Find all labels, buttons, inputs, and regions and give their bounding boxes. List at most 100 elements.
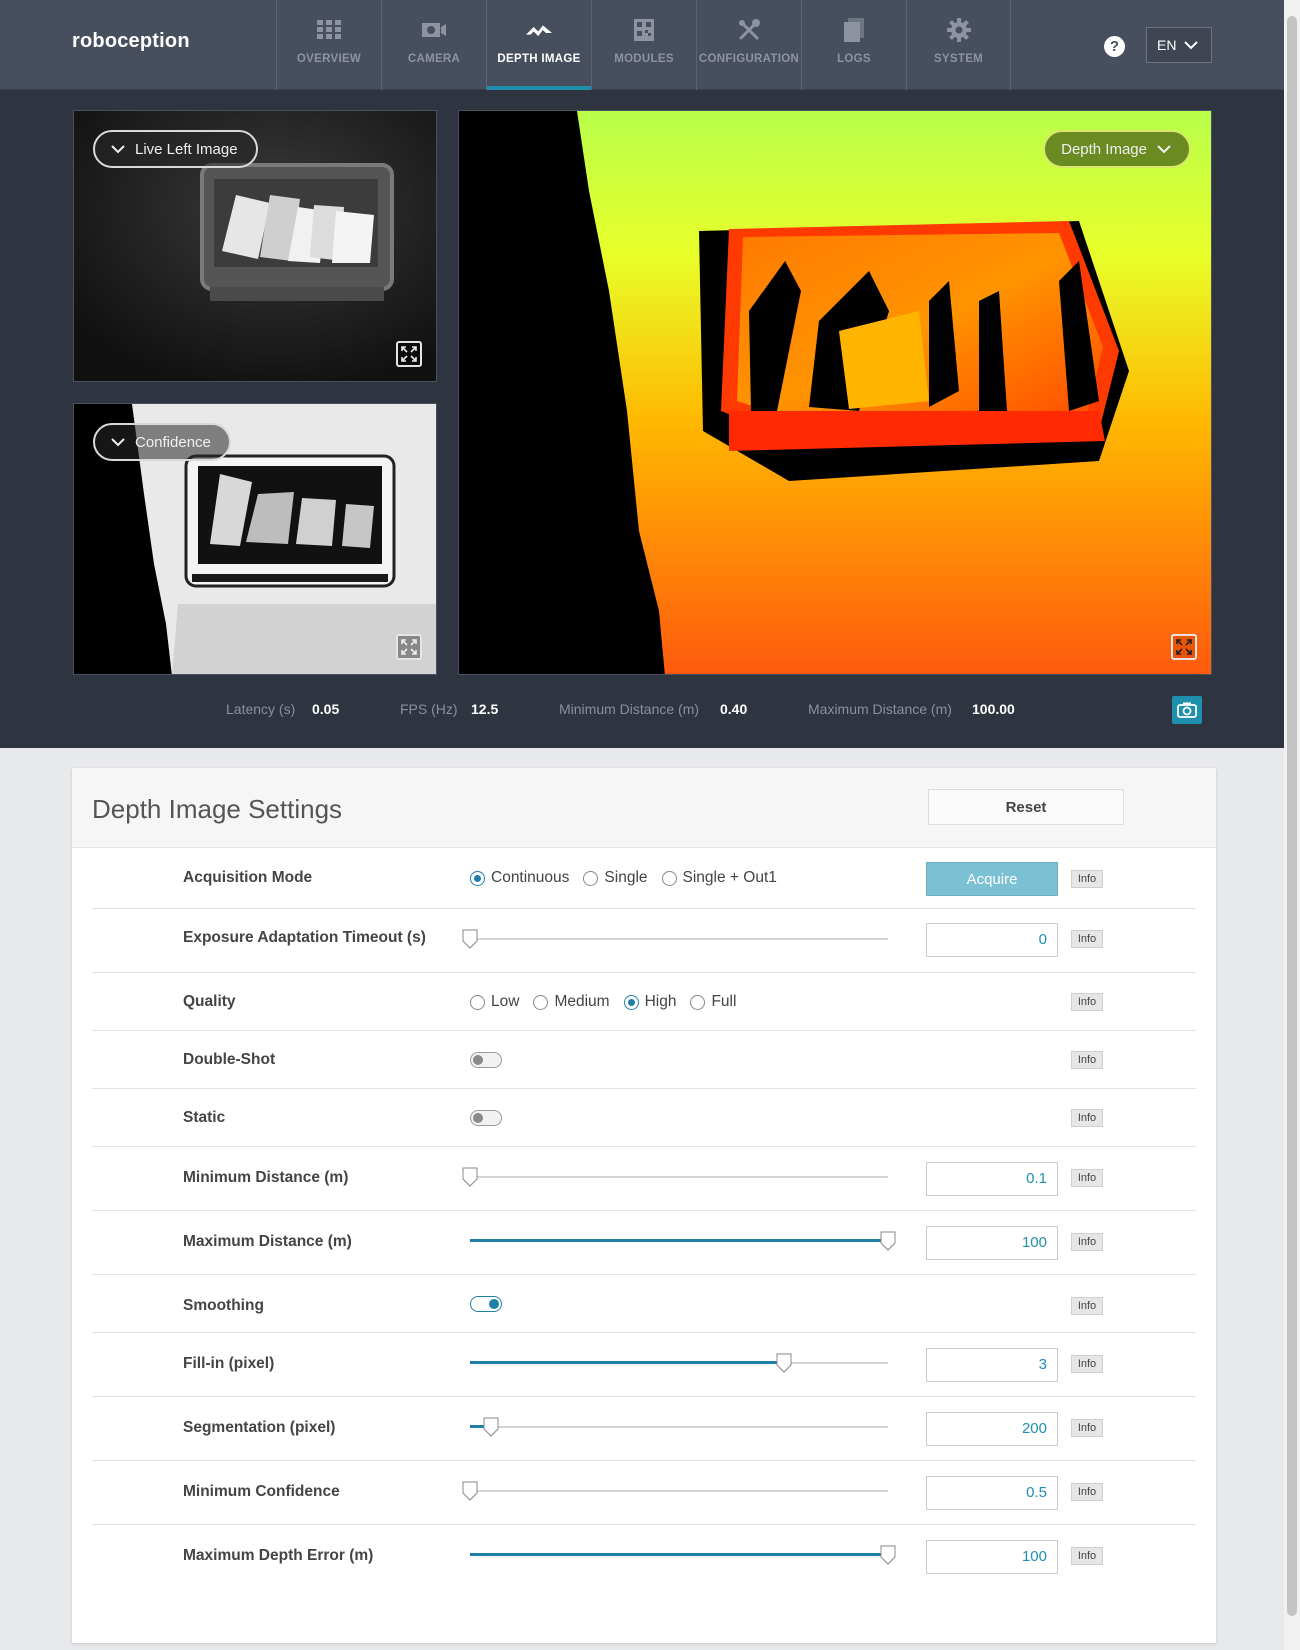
- radio-button[interactable]: [583, 870, 599, 886]
- expand-button[interactable]: [1171, 634, 1197, 660]
- radio-button[interactable]: [690, 994, 706, 1010]
- quality-radios: Low Medium High Full: [470, 993, 736, 1011]
- language-selector[interactable]: EN: [1146, 27, 1212, 63]
- depth-image-icon: [526, 18, 552, 42]
- smoothing-label: Smoothing: [183, 1297, 264, 1314]
- radio-label: Medium: [554, 993, 610, 1010]
- radio-button[interactable]: [470, 870, 485, 886]
- tab-overview[interactable]: OVERVIEW: [276, 0, 381, 90]
- image-viewer: Live Left Image Confidence Depth Image L…: [0, 90, 1284, 748]
- min-confidence-row: Minimum Confidence 0.5 Info: [92, 1461, 1196, 1525]
- help-button[interactable]: ?: [1104, 36, 1125, 57]
- min-distance-input[interactable]: 0.1: [926, 1162, 1058, 1196]
- slider-fill: [470, 1553, 888, 1556]
- fill-in-input[interactable]: 3: [926, 1348, 1058, 1382]
- segmentation-input[interactable]: 200: [926, 1412, 1058, 1446]
- radio-button[interactable]: [533, 994, 549, 1010]
- expand-button[interactable]: [396, 341, 422, 367]
- radio-high[interactable]: High: [623, 993, 676, 1011]
- reset-button[interactable]: Reset: [928, 789, 1124, 825]
- max-distance-value: 100.00: [972, 701, 1015, 717]
- static-toggle[interactable]: [470, 1110, 502, 1126]
- min-confidence-input[interactable]: 0.5: [926, 1476, 1058, 1510]
- radio-button[interactable]: [661, 870, 677, 886]
- confidence-dropdown[interactable]: Confidence: [93, 423, 231, 461]
- info-button[interactable]: Info: [1071, 1051, 1103, 1069]
- fill-in-slider[interactable]: [470, 1353, 888, 1373]
- exposure-timeout-label: Exposure Adaptation Timeout (s): [183, 929, 426, 946]
- radio-low[interactable]: Low: [470, 993, 519, 1011]
- camera-icon: [421, 18, 447, 42]
- info-button[interactable]: Info: [1071, 930, 1103, 948]
- live-left-image-panel: Live Left Image: [73, 110, 437, 382]
- confidence-panel: Confidence: [73, 403, 437, 675]
- radio-label: Full: [711, 993, 737, 1010]
- info-button[interactable]: Info: [1071, 1233, 1103, 1251]
- modules-icon: [631, 18, 657, 42]
- page-scrollbar[interactable]: [1284, 0, 1300, 1650]
- segmentation-slider[interactable]: [470, 1417, 888, 1437]
- slider-thumb[interactable]: [880, 1231, 896, 1251]
- depth-image: [459, 111, 1211, 674]
- slider-thumb[interactable]: [483, 1417, 499, 1437]
- slider-thumb[interactable]: [880, 1545, 896, 1565]
- smoothing-toggle[interactable]: [470, 1296, 502, 1312]
- radio-single-out1[interactable]: Single + Out1: [661, 869, 777, 887]
- max-distance-slider[interactable]: [470, 1231, 896, 1251]
- tab-configuration[interactable]: CONFIGURATION: [696, 0, 801, 90]
- acquire-button[interactable]: Acquire: [926, 862, 1058, 896]
- radio-full[interactable]: Full: [690, 993, 736, 1011]
- info-button[interactable]: Info: [1071, 1355, 1103, 1373]
- min-confidence-slider[interactable]: [462, 1481, 888, 1501]
- max-depth-error-input[interactable]: 100: [926, 1540, 1058, 1574]
- slider-track: [470, 1426, 888, 1428]
- min-confidence-label: Minimum Confidence: [183, 1483, 340, 1500]
- exposure-timeout-slider[interactable]: [462, 929, 888, 949]
- scrollbar-thumb[interactable]: [1287, 16, 1297, 1616]
- radio-continuous[interactable]: Continuous: [470, 869, 569, 887]
- min-distance-slider[interactable]: [462, 1167, 888, 1187]
- tab-label: SYSTEM: [933, 53, 984, 65]
- camera-icon: [1177, 702, 1197, 718]
- max-depth-error-slider[interactable]: [470, 1545, 896, 1565]
- info-button[interactable]: Info: [1071, 993, 1103, 1011]
- radio-button[interactable]: [623, 994, 639, 1010]
- acquisition-mode-label: Acquisition Mode: [183, 869, 313, 886]
- depth-image-dropdown[interactable]: Depth Image: [1043, 130, 1191, 168]
- info-button[interactable]: Info: [1071, 1483, 1103, 1501]
- slider-thumb[interactable]: [776, 1353, 792, 1373]
- card-header: Depth Image Settings Reset: [72, 768, 1216, 848]
- expand-button[interactable]: [396, 634, 422, 660]
- snapshot-button[interactable]: [1172, 696, 1202, 724]
- slider-thumb[interactable]: [462, 929, 478, 949]
- tab-logs[interactable]: LOGS: [801, 0, 906, 90]
- radio-button[interactable]: [470, 994, 485, 1010]
- radio-medium[interactable]: Medium: [533, 993, 610, 1011]
- live-left-image-dropdown[interactable]: Live Left Image: [93, 130, 258, 168]
- fps-label: FPS (Hz): [400, 701, 458, 717]
- tab-modules[interactable]: MODULES: [591, 0, 696, 90]
- double-shot-toggle[interactable]: [470, 1052, 502, 1068]
- info-button[interactable]: Info: [1071, 1109, 1103, 1127]
- info-button[interactable]: Info: [1071, 1169, 1103, 1187]
- exposure-timeout-input[interactable]: 0: [926, 923, 1058, 957]
- info-button[interactable]: Info: [1071, 1547, 1103, 1565]
- tools-icon: [736, 18, 762, 42]
- info-button[interactable]: Info: [1071, 1297, 1103, 1315]
- tab-label: CAMERA: [407, 53, 461, 65]
- slider-thumb[interactable]: [462, 1481, 478, 1501]
- slider-thumb[interactable]: [462, 1167, 478, 1187]
- grid-icon: [316, 18, 342, 42]
- slider-track: [470, 1176, 888, 1178]
- tab-depth-image[interactable]: DEPTH IMAGE: [486, 0, 591, 90]
- radio-single[interactable]: Single: [583, 869, 648, 887]
- segmentation-label: Segmentation (pixel): [183, 1419, 336, 1436]
- max-distance-input[interactable]: 100: [926, 1226, 1058, 1260]
- tab-camera[interactable]: CAMERA: [381, 0, 486, 90]
- radio-label: Low: [491, 993, 520, 1010]
- gear-icon: [946, 18, 972, 42]
- info-button[interactable]: Info: [1071, 1419, 1103, 1437]
- tab-system[interactable]: SYSTEM: [906, 0, 1011, 90]
- info-button[interactable]: Info: [1071, 870, 1103, 888]
- fps-value: 12.5: [471, 701, 499, 717]
